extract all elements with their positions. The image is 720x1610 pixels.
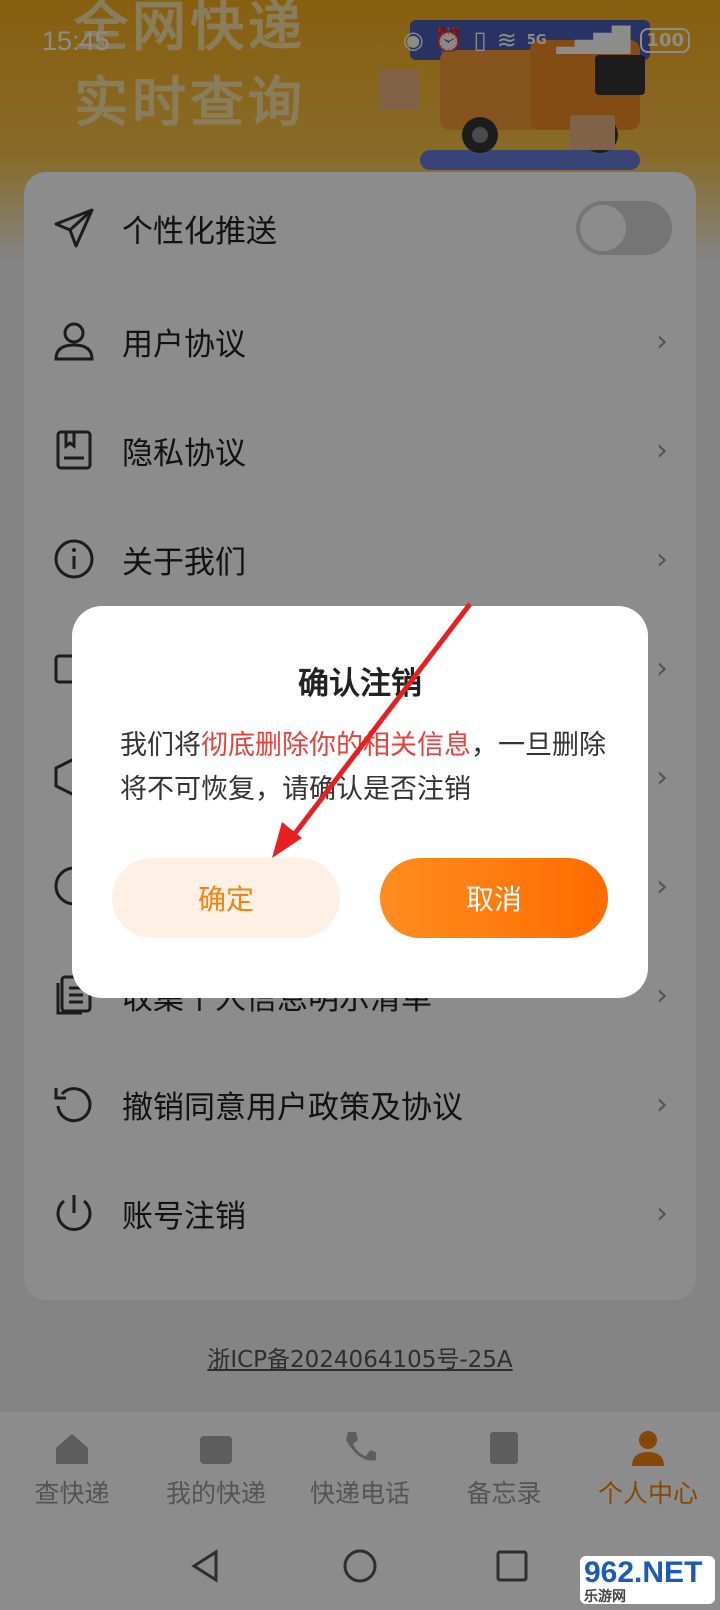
dialog-message-prefix: 我们将 [120,730,201,761]
dialog-title: 确认注销 [298,666,422,702]
cancel-button[interactable]: 取消 [380,858,608,938]
watermark-main: 962.NET [584,1556,703,1589]
dialog-message-highlight: 彻底删除你的相关信息 [201,730,471,761]
watermark-sub: 乐游网 [584,1588,626,1604]
watermark-logo: 962.NET 乐游网 [580,1556,715,1604]
confirm-delete-dialog: 确认注销 我们将彻底删除你的相关信息，一旦删除将不可恢复，请确认是否注销 确定 … [72,606,648,998]
confirm-button[interactable]: 确定 [112,858,340,938]
dialog-message: 我们将彻底删除你的相关信息，一旦删除将不可恢复，请确认是否注销 [120,724,610,812]
